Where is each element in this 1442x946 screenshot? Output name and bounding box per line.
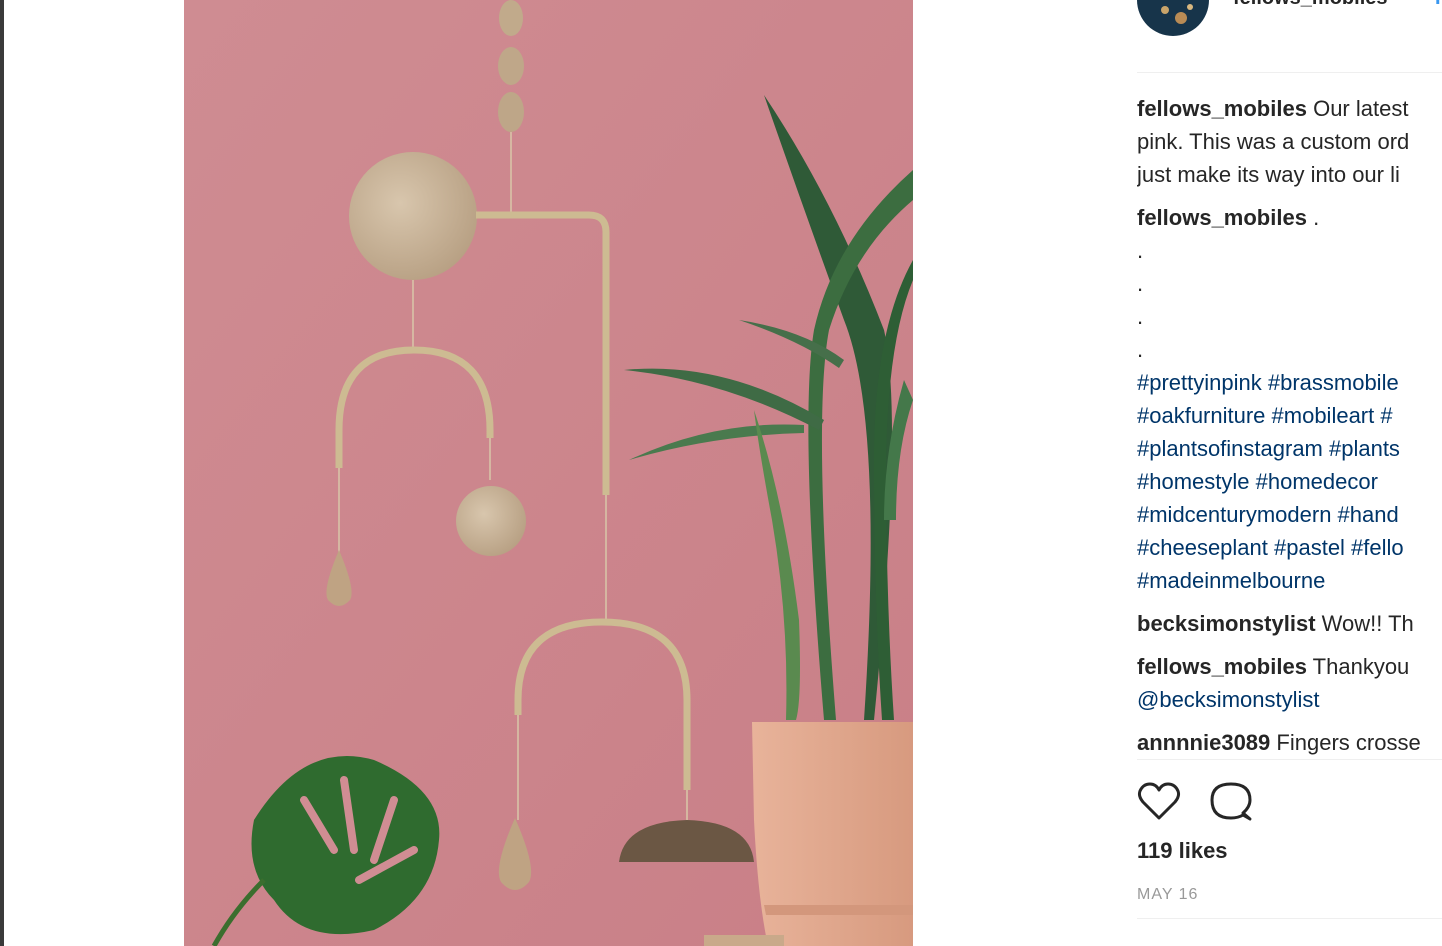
hashtag-comment-header: fellows_mobiles . [1137,201,1442,234]
hashtag-line[interactable]: #prettyinpink #brassmobile [1137,366,1442,399]
dot-line: . [1137,238,1144,263]
dot-line: . [1137,337,1144,362]
comment-username-link[interactable]: becksimonstylist [1137,611,1316,636]
post-actions [1137,780,1442,824]
header-username-link[interactable]: fellows_mobiles [1233,0,1388,10]
comment-text: Thankyou [1312,654,1410,679]
caption-line-2: pink. This was a custom ord [1137,129,1410,154]
comment-item: fellows_mobiles Thankyou @becksimonstyli… [1137,650,1442,716]
post-side-panel: fellows_mobiles • F fellows_mobiles Our … [1137,0,1442,946]
caption-comment: fellows_mobiles Our latest pink. This wa… [1137,92,1442,191]
post-header: fellows_mobiles • F [1137,0,1442,70]
hashtag-line[interactable]: #plantsofinstagram #plants [1137,432,1442,465]
comment-username-link[interactable]: fellows_mobiles [1137,654,1307,679]
comment-username-link[interactable]: annnnie3089 [1137,730,1270,755]
caption-line-1: fellows_mobiles Our latest [1137,92,1442,125]
mention-link[interactable]: @becksimonstylist [1137,683,1442,716]
comments-list: fellows_mobiles Our latest pink. This wa… [1137,92,1442,769]
heart-icon[interactable] [1137,780,1181,824]
post-date[interactable]: MAY 16 [1137,886,1198,904]
header-divider [1137,72,1442,73]
hashtag-line[interactable]: #oakfurniture #mobileart # [1137,399,1442,432]
hashtag-comment-text: . [1313,205,1320,230]
follow-button[interactable]: F [1435,0,1442,10]
likes-count[interactable]: 119 likes [1137,838,1228,864]
hashtag-line[interactable]: #cheeseplant #pastel #fello [1137,531,1442,564]
caption-text: Our latest [1313,96,1409,121]
comment-text: Fingers crosse [1276,730,1421,755]
comment-item: becksimonstylist Wow!! Th [1137,607,1442,640]
post-image-illustration [184,0,913,946]
hashtag-comment: fellows_mobiles . . . . . #prettyinpink … [1137,201,1442,597]
header-separator: • [1421,0,1428,10]
comment-item: annnnie3089 Fingers crosse [1137,726,1442,759]
dot-line: . [1137,304,1144,329]
hashtag-comment-username-link[interactable]: fellows_mobiles [1137,205,1307,230]
footer-divider [1137,918,1442,919]
comment-text: Wow!! Th [1321,611,1414,636]
caption-username-link[interactable]: fellows_mobiles [1137,96,1307,121]
hashtag-line[interactable]: #midcenturymodern #hand [1137,498,1442,531]
avatar[interactable] [1137,0,1209,36]
comment-icon[interactable] [1209,780,1253,824]
hashtag-line[interactable]: #madeinmelbourne [1137,564,1442,597]
comments-divider [1137,759,1442,760]
post-photo[interactable] [184,0,913,946]
dot-line: . [1137,271,1144,296]
hashtag-line[interactable]: #homestyle #homedecor [1137,465,1442,498]
caption-line-3: just make its way into our li [1137,162,1400,187]
window-left-edge [0,0,4,946]
